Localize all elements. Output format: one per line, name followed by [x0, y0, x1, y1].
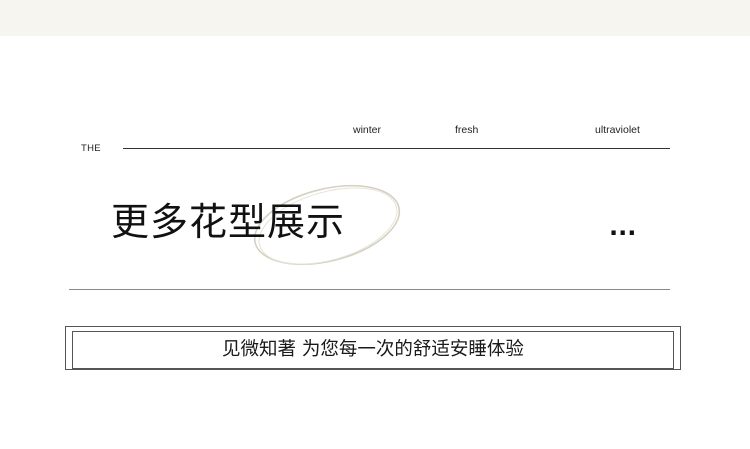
tag-fresh: fresh [455, 124, 479, 136]
top-band [0, 0, 750, 36]
slogan-text: 见微知著 为您每一次的舒适安睡体验 [222, 339, 524, 360]
tag-winter: winter [353, 124, 382, 136]
middle-divider-line [69, 289, 670, 290]
tag-ultraviolet: ultraviolet [595, 124, 640, 136]
the-label: THE [81, 143, 101, 154]
more-ellipsis: ... [609, 213, 637, 241]
section-title: 更多花型展示 [111, 200, 346, 244]
top-divider-line [123, 148, 670, 149]
